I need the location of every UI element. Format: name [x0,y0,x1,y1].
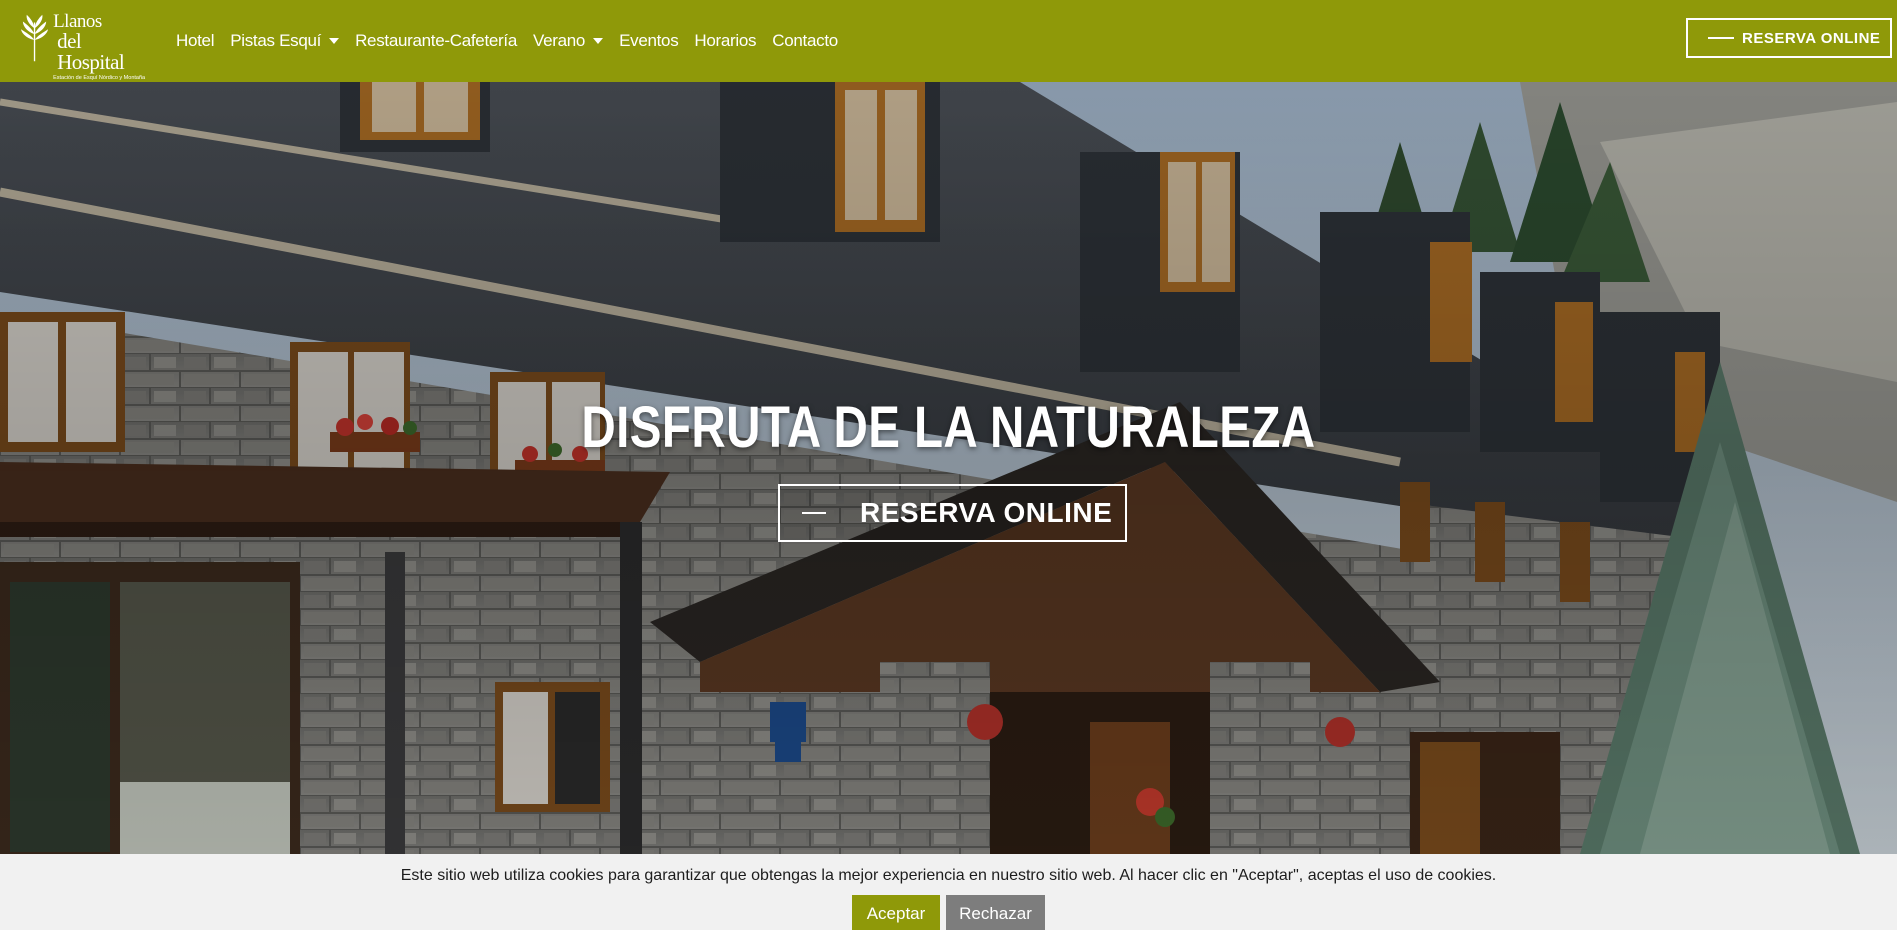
cookie-message: Este sitio web utiliza cookies para gara… [400,867,1497,884]
cookie-actions: Aceptar Rechazar [0,895,1897,930]
nav-item-verano[interactable]: Verano [532,31,604,51]
logo-tagline: Estación de Esquí Nórdico y Montaña [53,75,146,81]
nav-item-contacto[interactable]: Contacto [772,31,838,51]
dash-icon [1708,37,1734,39]
hero-cta-label: RESERVA ONLINE [860,497,1113,528]
nav-item-label: Eventos [619,31,679,50]
nav-item-label: Horarios [694,31,757,50]
hotel-building-photo [0,82,1897,854]
site-logo[interactable]: Llanos del Hospital Estación de Esquí Nó… [20,12,150,81]
nav-item-label: Contacto [772,31,838,50]
nav-item-eventos[interactable]: Eventos [619,31,679,51]
nav-item-hotel[interactable]: Hotel [176,31,214,51]
plant-logo-icon [20,14,49,62]
logo-name-line2: del Hospital [57,29,125,74]
caret-down-icon [329,38,340,44]
nav-item-label: Restaurante-Cafetería [355,31,517,50]
nav-item-label: Verano [532,31,586,50]
reject-cookies-button[interactable]: Rechazar [946,895,1045,930]
hero-title: DISFRUTA DE LA NATURALEZA [581,395,1316,460]
nav-item-label: Hotel [176,31,215,50]
nav-item-pistas-esqui[interactable]: Pistas Esquí [230,31,340,51]
nav-item-horarios[interactable]: Horarios [694,31,756,51]
accept-cookies-button[interactable]: Aceptar [852,895,940,930]
hero-section: DISFRUTA DE LA NATURALEZA RESERVA ONLINE [0,82,1897,854]
nav-item-restaurante-cafeteria[interactable]: Restaurante-Cafetería [355,31,517,51]
site-header: Llanos del Hospital Estación de Esquí Nó… [0,0,1897,82]
hero-reserva-online-button[interactable]: RESERVA ONLINE [778,484,1127,542]
nav-item-label: Pistas Esquí [230,31,322,50]
header-reserva-online-button[interactable]: RESERVA ONLINE [1686,18,1892,58]
cookie-consent-bar: Este sitio web utiliza cookies para gara… [0,854,1897,930]
main-nav: Hotel Pistas Esquí Restaurante-Cafetería… [176,0,854,82]
header-cta-label: RESERVA ONLINE [1742,29,1881,47]
dash-icon [802,512,826,514]
caret-down-icon [593,38,604,44]
